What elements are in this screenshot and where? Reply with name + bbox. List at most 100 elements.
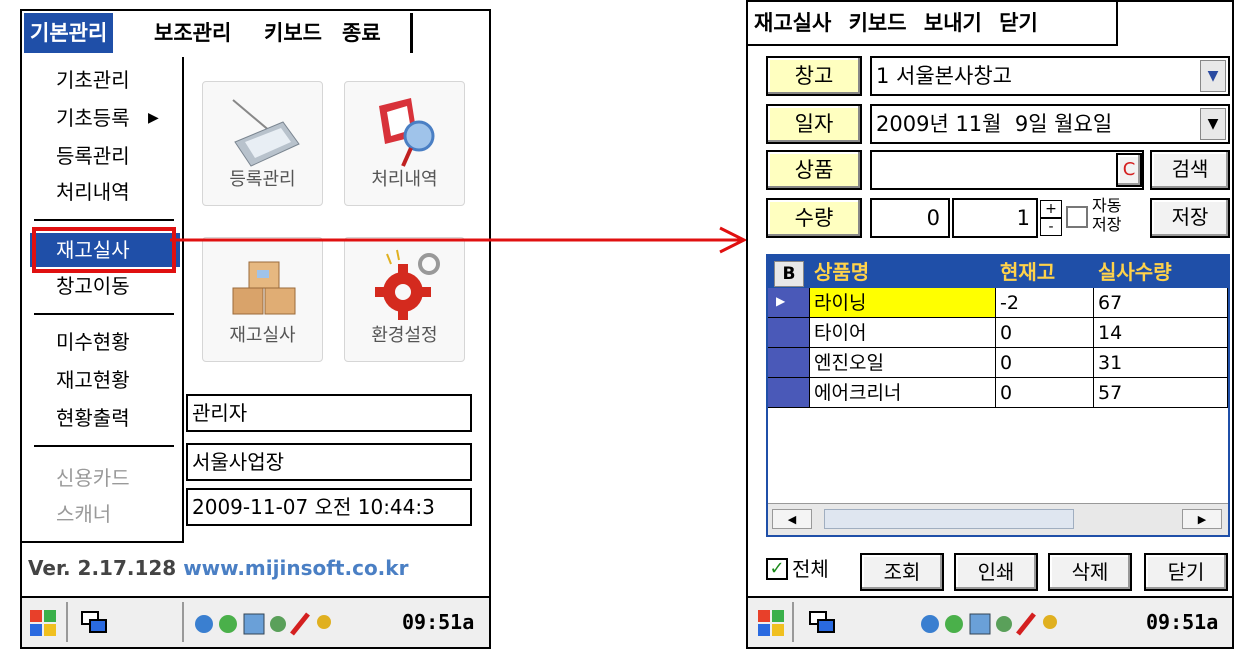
- qty-current-field[interactable]: 0: [870, 198, 950, 238]
- search-button[interactable]: 검색: [1150, 150, 1230, 190]
- current-row-icon: ▶: [776, 294, 786, 308]
- table-row[interactable]: 에어크리너 0 57: [768, 378, 1228, 408]
- cell-stock[interactable]: -2: [996, 288, 1094, 318]
- table-row[interactable]: 엔진오일 0 31: [768, 348, 1228, 378]
- tile-label: 처리내역: [371, 169, 438, 190]
- qty-label: 수량: [766, 198, 862, 238]
- decrement-button[interactable]: -: [1040, 218, 1062, 236]
- boxes-icon: [232, 261, 296, 315]
- menu-exit[interactable]: 종료: [336, 13, 387, 53]
- scroll-thumb[interactable]: [824, 509, 1074, 529]
- scroll-right-icon[interactable]: ▶: [1182, 509, 1222, 529]
- menu-close[interactable]: 닫기: [999, 11, 1038, 35]
- chevron-down-icon[interactable]: ▼: [1200, 108, 1226, 140]
- menu-item-receivables[interactable]: 미수현황: [30, 325, 180, 359]
- row-selector[interactable]: [768, 378, 810, 408]
- tile-history[interactable]: 처리내역: [344, 81, 465, 206]
- menu-stocktake[interactable]: 재고실사: [754, 11, 831, 35]
- tile-registration-management[interactable]: 등록관리: [202, 81, 323, 206]
- warehouse-select[interactable]: 1 서울본사창고 ▼: [870, 56, 1230, 96]
- windows-start-icon[interactable]: [28, 608, 58, 638]
- row-selector[interactable]: ▶: [768, 288, 810, 318]
- autosave-label-line: 저장: [1092, 215, 1122, 234]
- cell-counted[interactable]: 31: [1094, 348, 1228, 378]
- cell-counted[interactable]: 67: [1094, 288, 1228, 318]
- scroll-left-icon[interactable]: ◀: [772, 509, 812, 529]
- grid-corner-label: B: [774, 261, 804, 287]
- cell-product-name[interactable]: 에어크리너: [810, 378, 996, 408]
- clear-button[interactable]: C: [1116, 153, 1142, 187]
- grid-header-name[interactable]: 상품명: [810, 256, 996, 288]
- website-link[interactable]: www.mijinsoft.co.kr: [183, 556, 408, 580]
- menu-separator: [34, 445, 174, 447]
- menu-item-credit-card: 신용카드: [56, 466, 130, 490]
- autosave-label-line: 자동: [1092, 196, 1122, 215]
- grid-body: ▶ 라이닝 -2 67 타이어 0 14 엔진오일 0 31 에어크리너 0 5…: [768, 288, 1228, 503]
- cell-stock[interactable]: 0: [996, 348, 1094, 378]
- menu-item-basic-registration[interactable]: 기초등록 ▶: [30, 101, 180, 135]
- menu-keyboard[interactable]: 키보드: [849, 11, 907, 35]
- date-picker[interactable]: 2009년 11월 9일 월요일 ▼: [870, 104, 1230, 144]
- menu-send[interactable]: 보내기: [924, 11, 982, 35]
- product-label: 상품: [766, 150, 862, 190]
- grid-header-counted[interactable]: 실사수량: [1094, 256, 1228, 288]
- taskbar-clock: 09:51a: [402, 610, 475, 634]
- tray-icons: [195, 612, 331, 636]
- product-input[interactable]: [870, 150, 1144, 190]
- horizontal-scrollbar[interactable]: ◀ ▶: [768, 503, 1228, 535]
- taskbar-divider: [792, 602, 794, 642]
- menu-item-registration-management[interactable]: 등록관리: [30, 139, 180, 173]
- menu-item-inventory-status[interactable]: 재고현황: [30, 363, 180, 397]
- right-device-screen: 재고실사 키보드 보내기 닫기 창고 1 서울본사창고 ▼ 일자 2009년 1…: [746, 0, 1234, 649]
- menu-separator: [34, 219, 174, 221]
- menubar-divider: [410, 13, 413, 53]
- task-switch-icon[interactable]: [80, 610, 108, 636]
- cell-counted[interactable]: 14: [1094, 318, 1228, 348]
- grid-header-stock[interactable]: 현재고: [996, 256, 1094, 288]
- left-taskbar: 09:51a: [22, 596, 489, 647]
- menu-item-history[interactable]: 처리내역: [30, 175, 180, 209]
- increment-button[interactable]: +: [1040, 200, 1062, 218]
- cell-product-name[interactable]: 라이닝: [810, 288, 996, 318]
- menu-item-status-print[interactable]: 현황출력: [30, 401, 180, 435]
- table-row[interactable]: 타이어 0 14: [768, 318, 1228, 348]
- menu-item-warehouse-transfer[interactable]: 창고이동: [30, 269, 180, 303]
- menu-separator: [34, 313, 174, 315]
- menu-aux-management[interactable]: 보조관리: [148, 13, 237, 53]
- highlight-box: [32, 227, 176, 273]
- menu-basic-management[interactable]: 기본관리: [24, 13, 114, 53]
- table-row[interactable]: ▶ 라이닝 -2 67: [768, 288, 1228, 318]
- task-switch-icon[interactable]: [808, 610, 836, 636]
- delete-button[interactable]: 삭제: [1048, 553, 1132, 591]
- left-device-screen: 기본관리 보조관리 키보드 종료 등록관리 처리내역 재고실사 환경설정 관리자…: [20, 9, 491, 649]
- all-checkbox[interactable]: ✓: [766, 558, 788, 580]
- grid-corner-button[interactable]: B: [768, 256, 810, 288]
- tile-label: 재고실사: [229, 325, 296, 346]
- menu-item-basic-management[interactable]: 기초관리: [30, 63, 180, 97]
- cell-product-name[interactable]: 타이어: [810, 318, 996, 348]
- autosave-checkbox[interactable]: [1066, 206, 1088, 228]
- print-button[interactable]: 인쇄: [954, 553, 1038, 591]
- save-button[interactable]: 저장: [1150, 198, 1230, 238]
- submenu-arrow-icon: ▶: [148, 110, 159, 126]
- query-button[interactable]: 조회: [860, 553, 944, 591]
- close-button[interactable]: 닫기: [1144, 553, 1228, 591]
- cell-counted[interactable]: 57: [1094, 378, 1228, 408]
- qty-input[interactable]: 1: [952, 198, 1038, 238]
- row-selector[interactable]: [768, 318, 810, 348]
- right-menubar: 재고실사 키보드 보내기 닫기: [748, 2, 1118, 46]
- taskbar-divider: [66, 602, 68, 642]
- menu-item-scanner: 스캐너: [56, 502, 112, 526]
- basic-management-dropdown: 기초관리 기초등록 ▶ 등록관리 처리내역 재고실사 창고이동 미수현황 재고현…: [22, 57, 184, 543]
- chevron-down-icon[interactable]: ▼: [1200, 60, 1226, 92]
- menu-keyboard[interactable]: 키보드: [258, 13, 328, 53]
- row-selector[interactable]: [768, 348, 810, 378]
- cell-stock[interactable]: 0: [996, 378, 1094, 408]
- cell-product-name[interactable]: 엔진오일: [810, 348, 996, 378]
- gear-icon: [375, 249, 440, 320]
- red-arrow: [170, 226, 748, 254]
- version-text: Ver. 2.17.128: [28, 556, 177, 580]
- warehouse-label: 창고: [766, 56, 862, 96]
- cell-stock[interactable]: 0: [996, 318, 1094, 348]
- windows-start-icon[interactable]: [756, 608, 786, 638]
